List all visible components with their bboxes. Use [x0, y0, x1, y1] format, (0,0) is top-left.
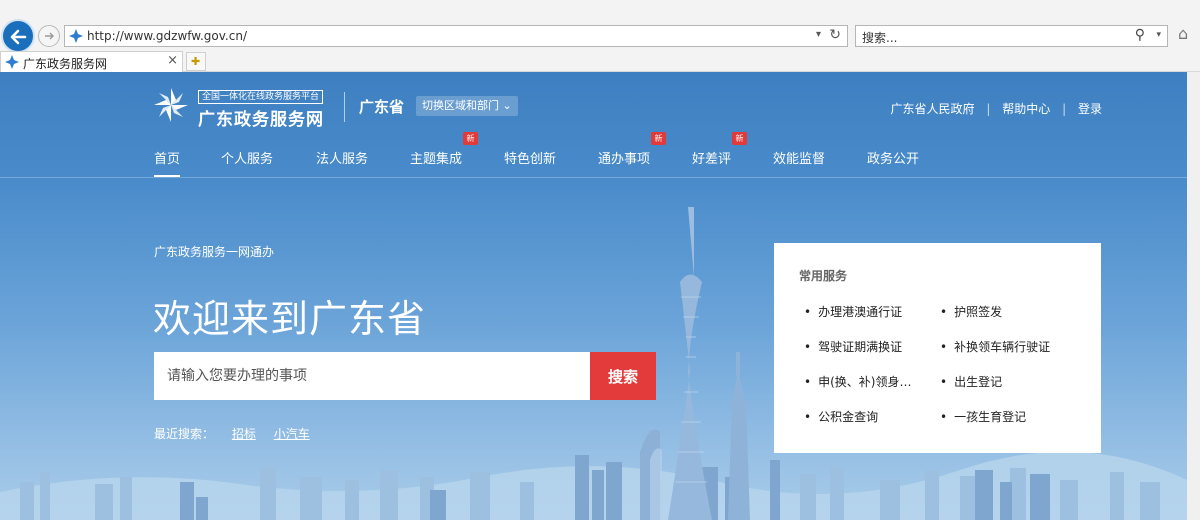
nav-divider — [0, 177, 1187, 178]
logo-subtitle: 全国一体化在线政务服务平台 — [198, 90, 324, 104]
nav-corporate-services[interactable]: 法人服务 — [316, 148, 368, 167]
hero-tagline: 广东政务服务一网通办 — [154, 245, 275, 259]
browser-window: http://www.gdzwfw.gov.cn/ ▾ ↻ 搜索... ⚲ ▾ … — [0, 0, 1200, 520]
service-link[interactable]: 办理港澳通行证 — [804, 303, 902, 320]
recent-searches: 最近搜索： 招标 小汽车 — [154, 425, 310, 442]
recent-search-link[interactable]: 小汽车 — [274, 427, 310, 441]
address-bar[interactable]: http://www.gdzwfw.gov.cn/ ▾ ↻ — [64, 25, 848, 47]
forward-button[interactable] — [38, 25, 60, 47]
switch-region-label: 切换区域和部门 — [422, 99, 499, 112]
nav-personal-services[interactable]: 个人服务 — [221, 148, 273, 167]
service-link[interactable]: 驾驶证期满换证 — [804, 338, 902, 355]
new-badge: 新 — [463, 132, 478, 145]
new-badge: 新 — [651, 132, 666, 145]
site-favicon-icon — [69, 29, 83, 43]
chevron-down-icon[interactable]: ▾ — [1156, 30, 1161, 40]
main-nav: 首页 个人服务 法人服务 主题集成 特色创新 通办事项 好差评 效能监督 政务公… — [0, 144, 1187, 177]
link-separator: | — [1062, 102, 1067, 116]
search-input[interactable] — [154, 352, 590, 400]
search-button[interactable]: 搜索 — [590, 352, 656, 400]
new-badge: 新 — [732, 132, 747, 145]
site-favicon-icon — [5, 55, 19, 69]
hero-welcome-title: 欢迎来到广东省 — [153, 297, 427, 341]
province-name: 广东省 — [359, 98, 405, 116]
refresh-icon[interactable]: ↻ — [829, 27, 841, 43]
chevron-down-icon[interactable]: ▾ — [816, 29, 821, 40]
link-provincial-government[interactable]: 广东省人民政府 — [891, 102, 975, 116]
arrow-left-icon — [10, 29, 27, 45]
nav-featured-innovation[interactable]: 特色创新 — [504, 148, 556, 167]
link-login[interactable]: 登录 — [1078, 102, 1102, 116]
service-link[interactable]: 补换领车辆行驶证 — [940, 338, 1050, 355]
header-divider — [344, 92, 345, 122]
service-link[interactable]: 护照签发 — [940, 303, 1002, 320]
site-logo-icon — [154, 88, 188, 122]
browser-search-box[interactable]: 搜索... ⚲ ▾ — [855, 25, 1168, 47]
common-services-card: 常用服务 办理港澳通行证 护照签发 驾驶证期满换证 补换领车辆行驶证 申(换、补… — [774, 243, 1101, 453]
tab-title: 广东政务服务网 — [23, 57, 108, 71]
nav-universal-matters[interactable]: 通办事项 — [598, 148, 650, 167]
address-url: http://www.gdzwfw.gov.cn/ — [87, 29, 247, 43]
new-tab-button[interactable]: ✚ — [186, 52, 206, 71]
search-icon[interactable]: ⚲ — [1135, 27, 1145, 43]
link-help-center[interactable]: 帮助中心 — [1002, 102, 1050, 116]
nav-feedback-rating[interactable]: 好差评 — [692, 148, 731, 167]
browser-tab[interactable]: 广东政务服务网 × — [0, 51, 183, 72]
service-link[interactable]: 申(换、补)领身… — [804, 373, 911, 390]
scrollbar[interactable] — [1187, 72, 1200, 520]
nav-government-affairs[interactable]: 政务公开 — [867, 148, 919, 167]
new-tab-icon: ✚ — [191, 55, 201, 68]
arrow-right-icon — [45, 32, 54, 40]
nav-efficiency-supervision[interactable]: 效能监督 — [773, 148, 825, 167]
browser-toolbar: http://www.gdzwfw.gov.cn/ ▾ ↻ 搜索... ⚲ ▾ … — [0, 0, 1200, 72]
common-services-title: 常用服务 — [799, 269, 848, 283]
close-icon[interactable]: × — [167, 53, 178, 68]
link-separator: | — [986, 102, 991, 116]
top-links: 广东省人民政府 | 帮助中心 | 登录 — [891, 100, 1102, 117]
service-link[interactable]: 公积金查询 — [804, 408, 878, 425]
browser-search-placeholder: 搜索... — [862, 31, 898, 45]
back-button[interactable] — [1, 19, 35, 53]
service-link[interactable]: 一孩生育登记 — [940, 408, 1026, 425]
nav-home[interactable]: 首页 — [154, 148, 180, 167]
chevron-down-icon: ⌄ — [502, 99, 512, 112]
switch-region-button[interactable]: 切换区域和部门 ⌄ — [416, 96, 518, 116]
service-link[interactable]: 出生登记 — [940, 373, 1002, 390]
home-icon[interactable]: ⌂ — [1178, 24, 1188, 43]
logo-title[interactable]: 广东政务服务网 — [198, 105, 324, 130]
web-page: 全国一体化在线政务服务平台 广东政务服务网 广东省 切换区域和部门 ⌄ 广东省人… — [0, 72, 1187, 520]
nav-theme-integration[interactable]: 主题集成 — [410, 148, 462, 167]
recent-search-link[interactable]: 招标 — [232, 427, 256, 441]
recent-searches-label: 最近搜索： — [154, 427, 215, 441]
